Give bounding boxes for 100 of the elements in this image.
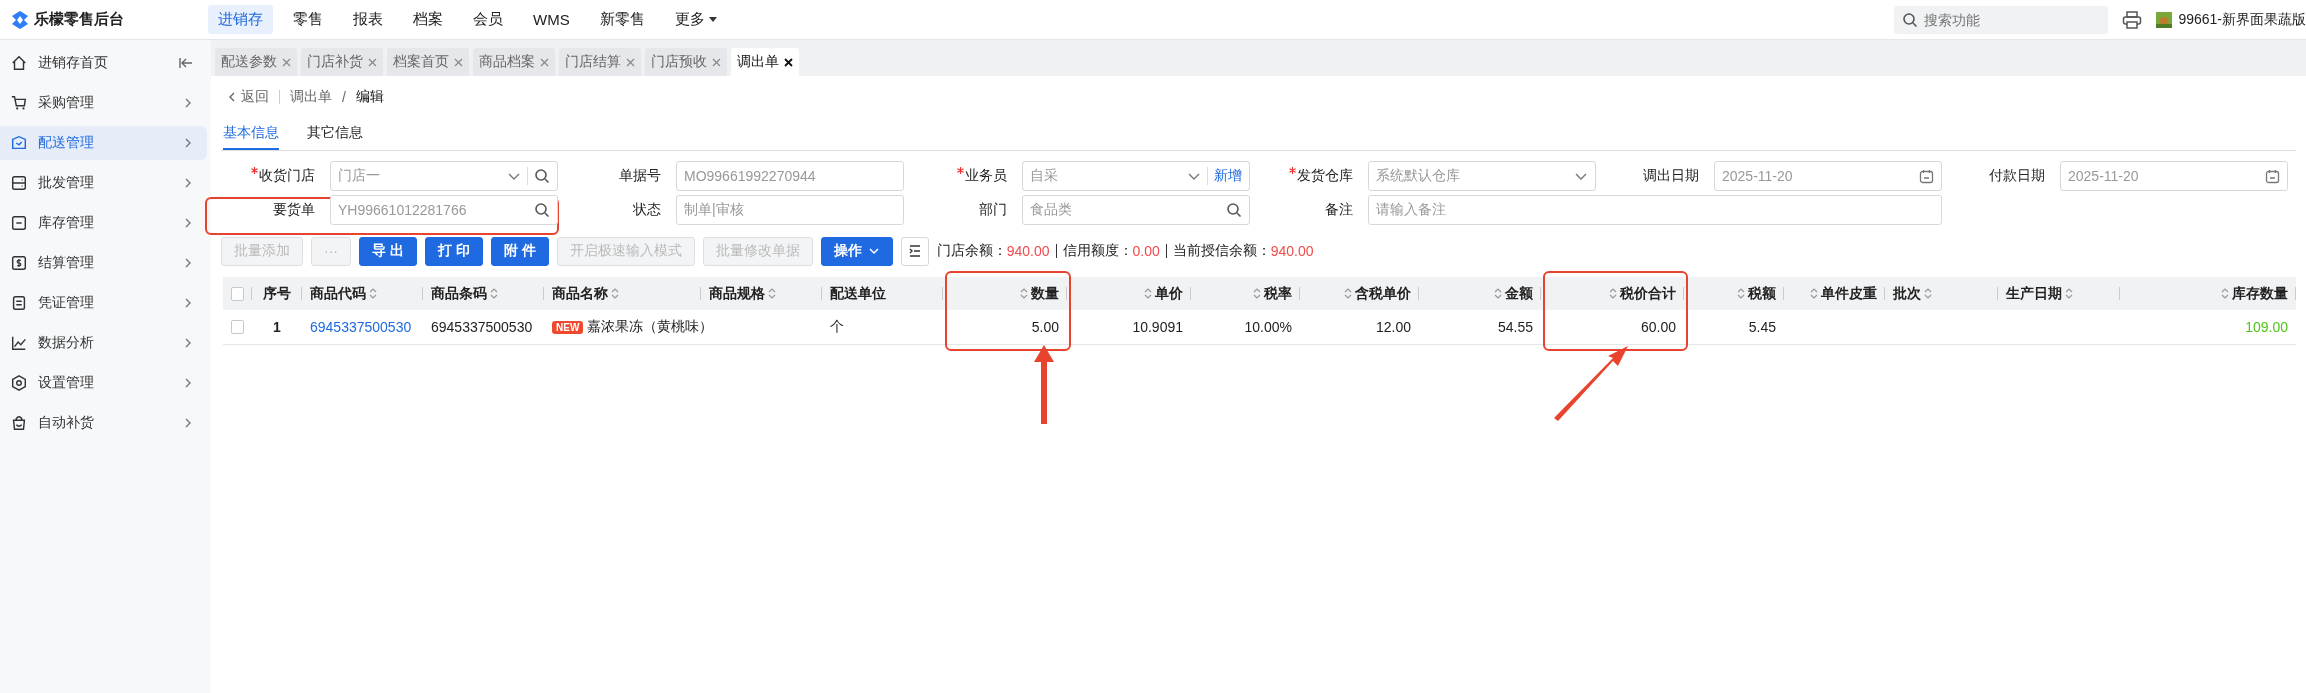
nav-item[interactable]: WMS xyxy=(523,5,580,34)
close-icon[interactable] xyxy=(784,57,793,67)
page-tab[interactable]: 门店预收 xyxy=(645,48,727,76)
column-header[interactable]: 批次 xyxy=(1893,284,1921,303)
sidebar-item[interactable]: 采购管理 xyxy=(0,86,207,120)
nav-item[interactable]: 零售 xyxy=(283,5,333,34)
row-checkbox[interactable] xyxy=(231,320,244,334)
page-tab[interactable]: 档案首页 xyxy=(387,48,469,76)
document-icon xyxy=(10,294,28,312)
page-tab[interactable]: 调出单 xyxy=(731,48,799,76)
column-header[interactable]: 含税单价 xyxy=(1355,284,1411,303)
sidebar-item[interactable]: 凭证管理 xyxy=(0,286,207,320)
column-header[interactable]: 税率 xyxy=(1264,284,1292,303)
page-tab[interactable]: 配送参数 xyxy=(215,48,297,76)
sort-icon[interactable] xyxy=(768,287,776,300)
form-field[interactable]: 自采 新增 xyxy=(1022,161,1250,191)
page-tab[interactable]: 商品档案 xyxy=(473,48,555,76)
column-header[interactable]: 生产日期 xyxy=(2006,284,2062,303)
table-cell: 5.00 xyxy=(1031,319,1059,335)
sort-icon[interactable] xyxy=(369,287,377,300)
add-link[interactable]: 新增 xyxy=(1207,167,1242,185)
balance-value: 940.00 xyxy=(1006,243,1050,259)
printer-icon[interactable] xyxy=(2122,10,2143,29)
chevron-left-icon[interactable] xyxy=(227,91,237,103)
toolbar-button[interactable]: 打 印 xyxy=(424,236,483,266)
sidebar-item[interactable]: 库存管理 xyxy=(0,206,207,240)
sort-icon[interactable] xyxy=(1253,287,1261,300)
field-value: YH99661012281766 xyxy=(338,202,468,218)
sort-icon[interactable] xyxy=(2065,287,2073,300)
sort-icon[interactable] xyxy=(1344,287,1352,300)
column-header[interactable]: 单价 xyxy=(1155,284,1183,303)
sort-icon[interactable] xyxy=(611,287,619,300)
toolbar-button[interactable]: 导 出 xyxy=(359,236,417,266)
column-header[interactable]: 序号 xyxy=(263,284,291,303)
column-header[interactable]: 商品代码 xyxy=(310,284,366,303)
field-label: 业务员 xyxy=(965,167,1007,183)
page-tab[interactable]: 门店结算 xyxy=(559,48,641,76)
section-tab[interactable]: 其它信息 xyxy=(307,118,363,150)
field-value: 2025-11-20 xyxy=(1722,168,1794,184)
breadcrumb-item[interactable]: 调出单 xyxy=(290,88,332,106)
sidebar-item[interactable]: 自动补货 xyxy=(0,406,207,440)
table-cell: 60.00 xyxy=(1640,319,1676,335)
column-header[interactable]: 单件皮重 xyxy=(1821,284,1877,303)
sort-icon[interactable] xyxy=(1144,287,1152,300)
sort-icon[interactable] xyxy=(1810,287,1818,300)
store-name[interactable]: 99661-新界面果蔬版 xyxy=(2178,10,2306,29)
chevron-down-icon[interactable] xyxy=(867,245,880,257)
sort-icon[interactable] xyxy=(1609,287,1617,300)
section-tab[interactable]: 基本信息 xyxy=(223,118,279,150)
toolbar-button[interactable]: 附 件 xyxy=(490,236,549,266)
nav-item[interactable]: 报表 xyxy=(343,5,393,34)
column-header[interactable]: 金额 xyxy=(1505,284,1533,303)
column-header[interactable]: 商品规格 xyxy=(709,284,765,303)
search-icon[interactable] xyxy=(534,168,550,184)
nav-item[interactable]: 新零售 xyxy=(589,5,655,34)
calendar-icon[interactable] xyxy=(2265,168,2280,184)
product-code-link[interactable]: 6945337500530 xyxy=(310,319,412,335)
field-label: 备注 xyxy=(1325,201,1353,217)
table-cell: 109.00 xyxy=(2245,319,2288,335)
search-icon[interactable] xyxy=(534,202,550,218)
sidebar-item[interactable]: 数据分析 xyxy=(0,326,207,360)
back-link[interactable]: 返回 xyxy=(227,88,269,106)
sidebar-item[interactable]: 配送管理 xyxy=(0,126,207,160)
sidebar-item[interactable]: 结算管理 xyxy=(0,246,207,280)
nav-item[interactable]: 进销存 xyxy=(208,5,273,34)
sort-icon[interactable] xyxy=(1494,287,1502,300)
column-header[interactable]: 税额 xyxy=(1748,284,1776,303)
field-label: 状态 xyxy=(633,201,661,217)
sidebar-item[interactable]: 进销存首页 xyxy=(0,46,207,80)
calendar-icon[interactable] xyxy=(1919,168,1934,184)
search-icon[interactable] xyxy=(1226,202,1242,218)
nav-item[interactable]: 会员 xyxy=(463,5,513,34)
table-cell: 10.00% xyxy=(1244,319,1292,335)
column-settings-button[interactable] xyxy=(900,236,929,266)
column-header[interactable]: 数量 xyxy=(1031,284,1059,303)
select-all-checkbox[interactable] xyxy=(231,286,244,301)
sidebar-item[interactable]: 设置管理 xyxy=(0,366,207,400)
toolbar-button[interactable]: 操作 xyxy=(820,236,893,266)
chevron-right-icon xyxy=(183,217,193,229)
sort-icon[interactable] xyxy=(2221,287,2229,300)
search-icon[interactable] xyxy=(1902,11,1919,28)
dollar-icon xyxy=(10,254,28,272)
page-tab[interactable]: 门店补货 xyxy=(301,48,383,76)
search-field[interactable]: 搜索功能 xyxy=(1894,5,2109,34)
collapse-icon[interactable] xyxy=(179,56,193,70)
column-header[interactable]: 库存数量 xyxy=(2232,284,2288,303)
sort-icon[interactable] xyxy=(1020,287,1028,300)
column-header[interactable]: 商品条码 xyxy=(431,284,487,303)
nav-item[interactable]: 档案 xyxy=(403,5,453,34)
sort-icon[interactable] xyxy=(1737,287,1745,300)
balance-value: 940.00 xyxy=(1270,243,1314,259)
avatar-icon[interactable] xyxy=(2156,11,2173,28)
nav-item[interactable]: 更多 xyxy=(664,5,727,34)
sort-icon[interactable] xyxy=(490,287,498,300)
sort-icon[interactable] xyxy=(1924,287,1932,300)
column-header[interactable]: 商品名称 xyxy=(552,284,608,303)
sidebar-item[interactable]: 批发管理 xyxy=(0,166,207,200)
list-icon[interactable] xyxy=(907,244,922,258)
column-header[interactable]: 配送单位 xyxy=(830,284,886,303)
column-header[interactable]: 税价合计 xyxy=(1620,284,1676,303)
